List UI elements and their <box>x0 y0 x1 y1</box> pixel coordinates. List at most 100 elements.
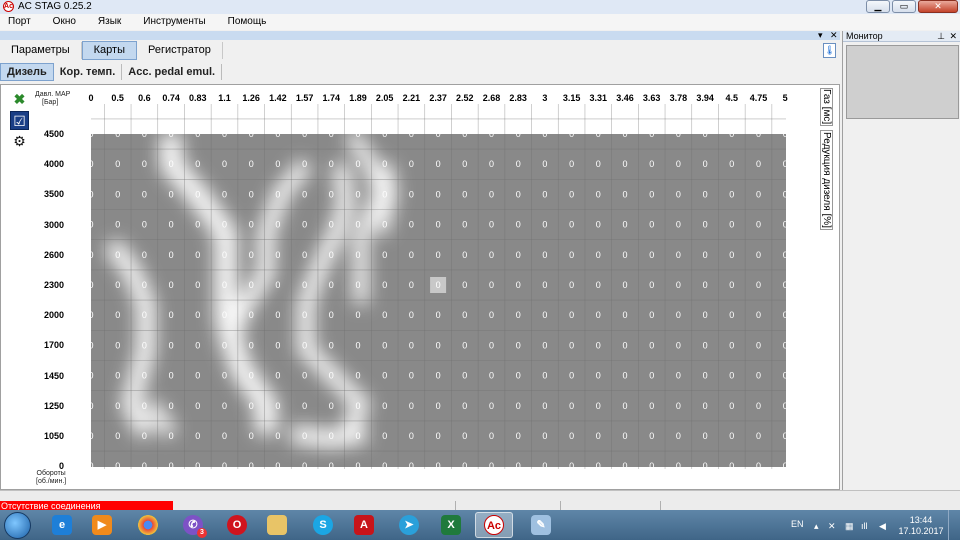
map-cell[interactable]: 0 <box>249 129 254 139</box>
map-cell[interactable]: 0 <box>729 189 734 199</box>
map-cell[interactable]: 0 <box>355 250 360 260</box>
map-cell[interactable]: 0 <box>91 129 94 139</box>
map-cell[interactable]: 0 <box>436 461 441 471</box>
map-cell[interactable]: 0 <box>222 431 227 441</box>
signal-icon[interactable]: ıll <box>861 521 868 531</box>
map-cell[interactable]: 0 <box>462 461 467 471</box>
map-cell[interactable]: 0 <box>195 371 200 381</box>
map-cell[interactable]: 0 <box>329 401 334 411</box>
map-cell[interactable]: 0 <box>703 401 708 411</box>
map-cell[interactable]: 0 <box>409 159 414 169</box>
map-cell[interactable]: 0 <box>596 189 601 199</box>
map-cell[interactable]: 0 <box>195 401 200 411</box>
map-cell[interactable]: 0 <box>649 280 654 290</box>
map-cell[interactable]: 0 <box>195 340 200 350</box>
map-cell[interactable]: 0 <box>275 461 280 471</box>
map-cell[interactable]: 0 <box>222 371 227 381</box>
map-cell[interactable]: 0 <box>195 189 200 199</box>
map-cell[interactable]: 0 <box>622 340 627 350</box>
map-cell[interactable]: 0 <box>222 220 227 230</box>
settings-gear-icon[interactable]: ⚙ <box>10 132 29 151</box>
map-cell[interactable]: 0 <box>275 159 280 169</box>
map-cell[interactable]: 0 <box>569 461 574 471</box>
taskbar-ie[interactable]: e <box>43 512 81 538</box>
map-cell[interactable]: 0 <box>302 310 307 320</box>
map-cell[interactable]: 0 <box>195 280 200 290</box>
map-cell[interactable]: 0 <box>622 280 627 290</box>
map-cell[interactable]: 0 <box>91 310 94 320</box>
map-cell[interactable]: 0 <box>409 340 414 350</box>
taskbar-acrobat[interactable]: A <box>345 512 383 538</box>
map-cell[interactable]: 0 <box>302 461 307 471</box>
map-cell[interactable]: 0 <box>222 129 227 139</box>
map-cell[interactable]: 0 <box>622 189 627 199</box>
map-cell[interactable]: 0 <box>436 129 441 139</box>
map-cell[interactable]: 0 <box>436 250 441 260</box>
taskbar-viber[interactable]: ✆ 3 <box>174 512 212 538</box>
map-cell[interactable]: 0 <box>142 189 147 199</box>
map-cell[interactable]: 0 <box>382 250 387 260</box>
tab-diesel[interactable]: Дизель <box>0 63 54 81</box>
map-cell[interactable]: 0 <box>195 129 200 139</box>
map-cell[interactable]: 0 <box>676 159 681 169</box>
map-cell[interactable]: 0 <box>756 461 761 471</box>
map-cell[interactable]: 0 <box>142 159 147 169</box>
map-cell[interactable]: 0 <box>142 401 147 411</box>
map-cell[interactable]: 0 <box>756 340 761 350</box>
map-cell[interactable]: 0 <box>302 189 307 199</box>
map-cell[interactable]: 0 <box>596 280 601 290</box>
map-cell[interactable]: 0 <box>222 280 227 290</box>
map-cell[interactable]: 0 <box>169 461 174 471</box>
map-cell[interactable]: 0 <box>436 401 441 411</box>
map-cell[interactable]: 0 <box>729 371 734 381</box>
map-cell[interactable]: 0 <box>91 371 94 381</box>
map-cell[interactable]: 0 <box>355 371 360 381</box>
map-cell[interactable]: 0 <box>382 340 387 350</box>
strip-close-icon[interactable]: ✕ <box>830 31 838 40</box>
map-cell[interactable]: 0 <box>676 310 681 320</box>
map-cell[interactable]: 0 <box>195 431 200 441</box>
map-cell[interactable]: 0 <box>115 371 120 381</box>
map-cell[interactable]: 0 <box>703 431 708 441</box>
map-cell[interactable]: 0 <box>169 250 174 260</box>
tab-temp-correction[interactable]: Кор. темп. <box>54 64 123 80</box>
map-cell[interactable]: 0 <box>703 280 708 290</box>
map-cell[interactable]: 0 <box>756 431 761 441</box>
map-cell[interactable]: 0 <box>596 129 601 139</box>
map-cell[interactable]: 0 <box>622 250 627 260</box>
map-cell[interactable]: 0 <box>489 159 494 169</box>
map-cell[interactable]: 0 <box>249 310 254 320</box>
map-cell[interactable]: 0 <box>783 310 788 320</box>
fuel-map-grid[interactable]: 0 0 0 0 0 0 0 0 0 0 0 0 0 0 0 0 0 0 0 0 0 0 0 0 0 0 0 0 0 0 0 0 0 0 0 0 0 0 0 0… <box>91 104 791 474</box>
taskbar-skype[interactable]: S <box>304 512 342 538</box>
map-cell[interactable]: 0 <box>756 189 761 199</box>
map-cell[interactable]: 0 <box>703 220 708 230</box>
menu-tools[interactable]: Инструменты <box>143 14 205 30</box>
map-cell[interactable]: 0 <box>436 280 441 290</box>
map-cell[interactable]: 0 <box>249 159 254 169</box>
map-cell[interactable]: 0 <box>596 401 601 411</box>
map-cell[interactable]: 0 <box>462 401 467 411</box>
map-cell[interactable]: 0 <box>489 401 494 411</box>
map-cell[interactable]: 0 <box>516 401 521 411</box>
map-cell[interactable]: 0 <box>542 340 547 350</box>
map-cell[interactable]: 0 <box>462 310 467 320</box>
menu-port[interactable]: Порт <box>8 14 31 30</box>
map-cell[interactable]: 0 <box>516 129 521 139</box>
map-cell[interactable]: 0 <box>249 280 254 290</box>
map-cell[interactable]: 0 <box>516 371 521 381</box>
map-cell[interactable]: 0 <box>649 159 654 169</box>
map-cell[interactable]: 0 <box>462 371 467 381</box>
map-cell[interactable]: 0 <box>622 129 627 139</box>
map-cell[interactable]: 0 <box>703 159 708 169</box>
map-cell[interactable]: 0 <box>302 159 307 169</box>
map-cell[interactable]: 0 <box>649 189 654 199</box>
map-cell[interactable]: 0 <box>516 431 521 441</box>
map-cell[interactable]: 0 <box>115 159 120 169</box>
tab-recorder[interactable]: Регистратор <box>137 41 223 59</box>
map-cell[interactable]: 0 <box>195 310 200 320</box>
map-cell[interactable]: 0 <box>596 461 601 471</box>
maximize-button[interactable]: ▭ <box>892 0 916 13</box>
map-cell[interactable]: 0 <box>142 340 147 350</box>
map-cell[interactable]: 0 <box>382 401 387 411</box>
